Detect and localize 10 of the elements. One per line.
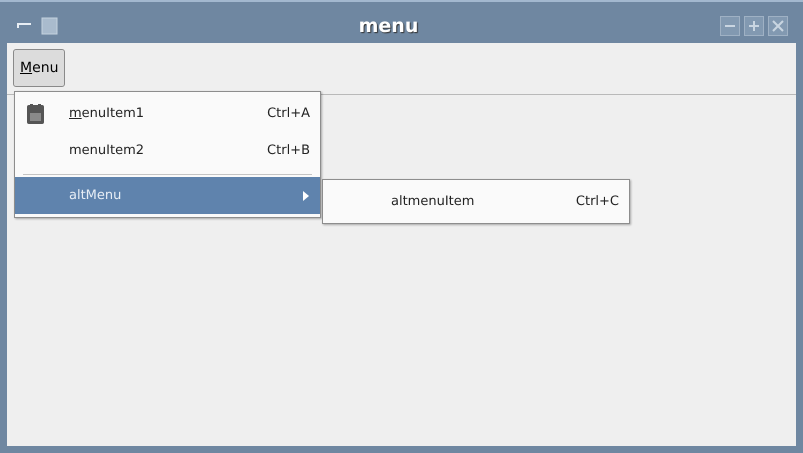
maximize-button[interactable] bbox=[744, 16, 764, 36]
maximize-icon bbox=[748, 20, 760, 32]
close-button[interactable] bbox=[768, 16, 788, 36]
menu-item[interactable]: menuItem1 Ctrl+A bbox=[15, 95, 320, 132]
arrow-right-icon bbox=[302, 190, 310, 200]
close-icon bbox=[772, 20, 784, 32]
menu-button[interactable]: Menu bbox=[13, 49, 66, 87]
menu-item[interactable]: menuItem2 Ctrl+B bbox=[15, 132, 320, 169]
minimize-button[interactable] bbox=[720, 16, 740, 36]
window-title: menu bbox=[358, 14, 420, 39]
